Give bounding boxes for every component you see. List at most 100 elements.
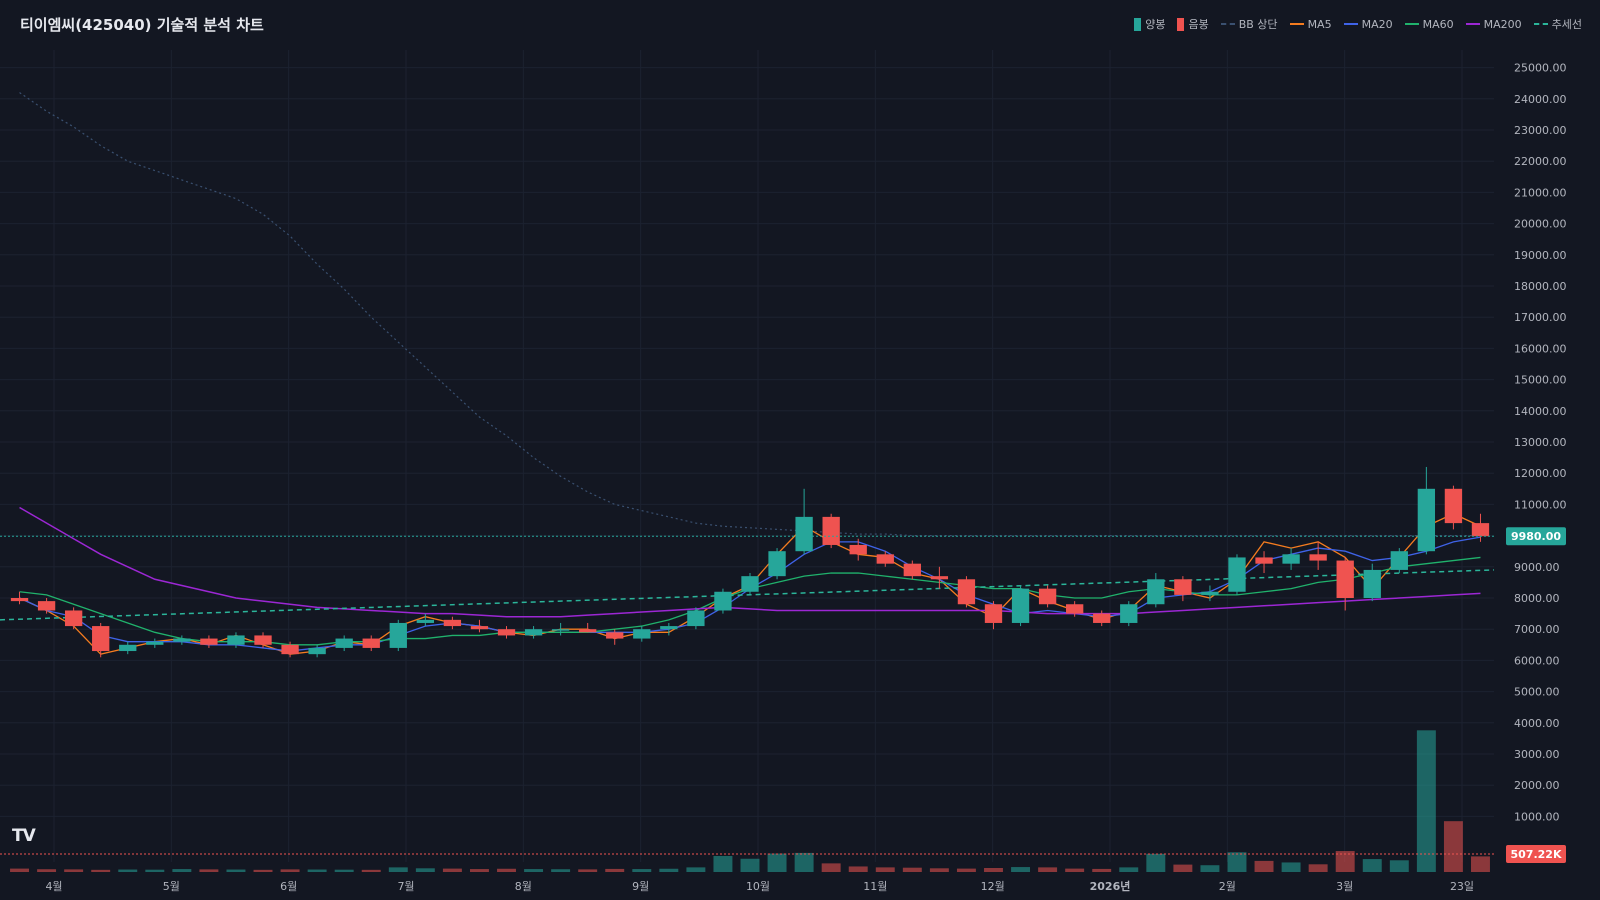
volume-bar <box>1416 730 1436 872</box>
candle-up <box>687 610 705 627</box>
candle-down <box>957 579 976 605</box>
candle-up <box>660 626 678 630</box>
candle-down <box>930 576 949 580</box>
candle-down <box>1471 523 1490 537</box>
x-tick-label: 7월 <box>397 880 414 893</box>
volume-bar <box>1389 860 1409 872</box>
candle-down <box>1093 613 1111 623</box>
volume-bar <box>929 868 949 872</box>
volume-bar <box>1281 862 1301 872</box>
candle-down <box>362 638 380 648</box>
x-tick-label: 6월 <box>280 880 297 893</box>
current-volume-label: 507.22K <box>1511 848 1562 861</box>
candle-down <box>497 629 516 636</box>
volume-bar <box>1254 860 1274 872</box>
series-ma60 <box>19 556 1481 646</box>
candle-down <box>849 544 867 555</box>
candle-up <box>1390 551 1408 570</box>
volume-bar <box>524 869 544 872</box>
candle-down <box>984 604 1003 623</box>
candle-down <box>281 644 299 655</box>
candle-up <box>714 591 732 611</box>
volume-bar <box>172 869 192 872</box>
volume-bar <box>659 868 679 872</box>
candle-up <box>524 629 543 636</box>
volume-bar <box>118 869 138 872</box>
candle-down <box>822 516 840 545</box>
candle-up <box>768 551 786 577</box>
y-tick-label: 14000.00 <box>1514 405 1567 418</box>
candle-down <box>1255 557 1273 564</box>
y-tick-label: 7000.00 <box>1514 623 1560 636</box>
candle-down <box>1309 554 1327 561</box>
candle-up <box>227 635 245 645</box>
price-chart[interactable]: 25000.00 24000.00 23000.00 22000.00 21000.00… <box>0 0 1600 900</box>
candle-down <box>1174 579 1192 595</box>
y-tick-label: 2000.00 <box>1514 779 1560 792</box>
volume-bar <box>253 869 273 872</box>
y-tick-label: 8000.00 <box>1514 592 1560 605</box>
volume-bar <box>1146 853 1166 872</box>
volume-bar <box>1011 867 1031 872</box>
volume-bar <box>10 868 29 872</box>
y-tick-label: 19000.00 <box>1514 249 1567 262</box>
volume-bar <box>984 867 1003 872</box>
volume-bar <box>1227 852 1247 872</box>
candle-up <box>1120 604 1138 623</box>
y-tick-label: 3000.00 <box>1514 748 1560 761</box>
volume-bar <box>1200 865 1220 872</box>
y-tick-label: 15000.00 <box>1514 374 1567 387</box>
y-tick-label: 4000.00 <box>1514 717 1560 730</box>
candle-down <box>1038 588 1057 605</box>
candle-up <box>119 644 137 652</box>
x-tick-label: 4월 <box>45 880 62 893</box>
volume-bar <box>1443 821 1463 872</box>
x-tick-label: 10월 <box>746 880 770 893</box>
x-tick-label: 12월 <box>981 880 1005 893</box>
candle-down <box>876 554 894 564</box>
volume-bar <box>1038 867 1058 872</box>
y-tick-label: 21000.00 <box>1514 186 1567 199</box>
volume-bar <box>91 869 111 872</box>
x-tick-label: 23일 <box>1450 879 1474 893</box>
candle-down <box>64 610 83 627</box>
candle-down <box>1336 560 1354 598</box>
volume-bar <box>848 866 868 872</box>
volume-bar <box>902 867 922 872</box>
x-tick-label: 9월 <box>632 880 649 893</box>
y-tick-label: 17000.00 <box>1514 311 1567 324</box>
y-tick-label: 1000.00 <box>1514 810 1560 823</box>
y-tick-label: 18000.00 <box>1514 280 1567 293</box>
candle-down <box>10 598 29 602</box>
volume-bar <box>1308 864 1328 872</box>
candle-down <box>254 635 272 645</box>
candle-down <box>92 626 110 652</box>
candle-down <box>579 629 597 633</box>
volume-bar <box>64 869 84 872</box>
tradingview-logo: TV <box>12 826 36 846</box>
volume-bar <box>1173 864 1193 872</box>
candle-up <box>741 576 759 592</box>
x-tick-label: 11월 <box>863 880 887 893</box>
volume-bar <box>551 869 571 872</box>
candle-down <box>443 619 462 627</box>
candle-down <box>200 638 218 645</box>
volume-bar <box>578 869 598 872</box>
candle-up <box>1228 557 1246 592</box>
candle-up <box>416 619 435 623</box>
volume-bar <box>307 869 327 872</box>
candle-down <box>903 563 921 577</box>
candle-up <box>1363 569 1381 598</box>
y-tick-label: 9000.00 <box>1514 561 1560 574</box>
candle-up <box>1282 554 1300 564</box>
volume-bar <box>1065 868 1085 872</box>
volume-bar <box>388 867 408 872</box>
volume-bar <box>1119 867 1139 872</box>
volume-bar <box>442 868 462 872</box>
y-tick-label: 13000.00 <box>1514 436 1567 449</box>
volume-bar <box>794 852 814 872</box>
y-tick-label: 23000.00 <box>1514 124 1567 137</box>
candle-up <box>308 647 326 655</box>
volume-bar <box>875 867 895 872</box>
candle-up <box>173 638 191 642</box>
